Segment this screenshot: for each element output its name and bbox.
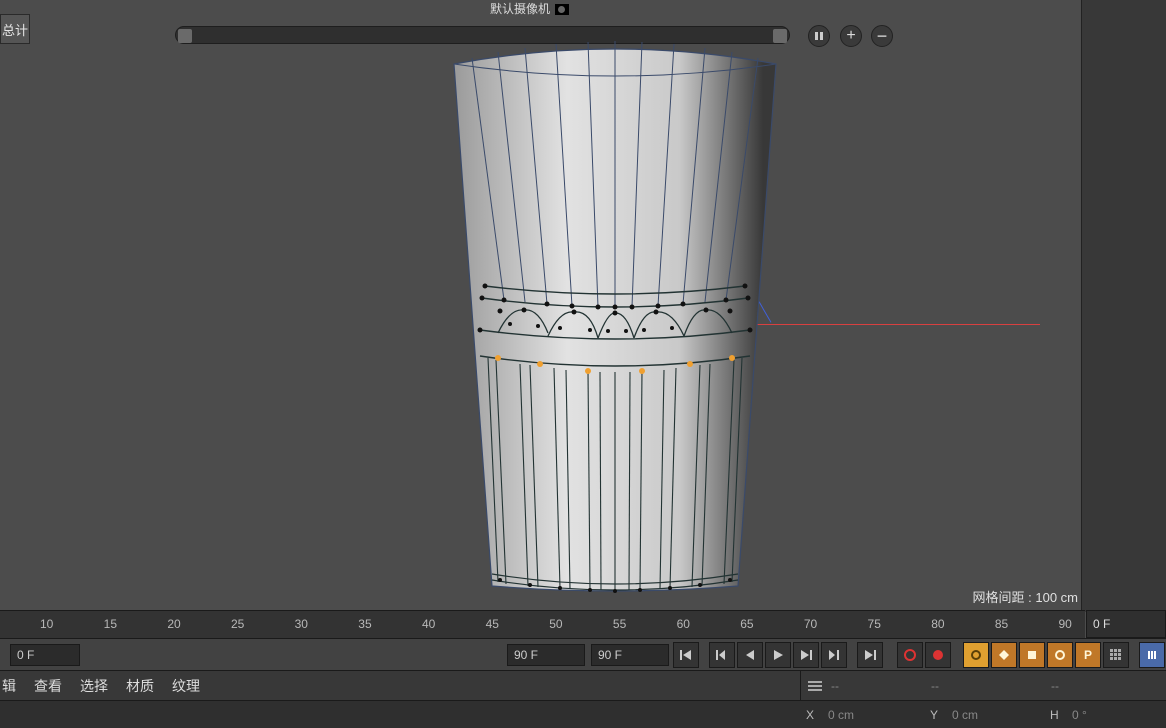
right-side-panel (1081, 0, 1166, 612)
info-dash-3: -- (1051, 679, 1059, 693)
plus-icon: + (846, 28, 855, 44)
status-h-label: H (1050, 708, 1059, 722)
list-icon (807, 679, 823, 693)
ruler-tick: 25 (231, 617, 244, 631)
camera-label-text: 默认摄像机 (490, 2, 550, 16)
status-bar: X 0 cm Y 0 cm H 0 ° (0, 700, 1166, 728)
scrubber-knob-left[interactable] (178, 29, 192, 43)
status-y-label: Y (930, 708, 938, 722)
grid-icon (1109, 648, 1123, 662)
info-dash-2: -- (931, 679, 939, 693)
menu-bar: 辑 查看 选择 材质 纹理 -- -- -- (0, 670, 1166, 700)
viewport-pause-button[interactable] (808, 25, 830, 47)
total-label: 总计 (2, 20, 28, 39)
prev-frame-icon (744, 649, 756, 661)
position-key-button[interactable] (991, 642, 1017, 668)
extra-button[interactable] (1139, 642, 1165, 668)
keyframe-selection-button[interactable] (963, 642, 989, 668)
record-icon (903, 648, 917, 662)
go-end-icon (863, 649, 877, 661)
ruler-tick: 60 (677, 617, 690, 631)
info-strip: -- -- -- (800, 671, 1166, 700)
status-x-value: 0 cm (828, 708, 854, 722)
ruler-tick: 80 (931, 617, 944, 631)
move-icon (998, 649, 1010, 661)
grid-spacing-label: 网格间距 : 100 cm (973, 587, 1078, 606)
autokey-icon (931, 648, 945, 662)
next-key-icon (827, 649, 841, 661)
playback-bar: 0 F 90 F 90 F P (0, 638, 1166, 670)
menu-edit[interactable]: 辑 (2, 676, 16, 696)
timeline-ruler[interactable]: 10 15 20 25 30 35 40 45 50 55 60 65 70 75 80 85 90 (0, 610, 1085, 638)
ruler-tick: 45 (486, 617, 499, 631)
end-frame-spinner[interactable]: 90 F (507, 644, 585, 666)
parameter-key-button[interactable]: P (1075, 642, 1101, 668)
x-axis-gizmo (750, 324, 1040, 325)
scale-icon (1026, 649, 1038, 661)
go-to-end-button[interactable] (857, 642, 883, 668)
frame-readout[interactable]: 0 F (1086, 610, 1166, 638)
camera-label: 默认摄像机 (490, 0, 569, 17)
gear-icon (970, 649, 982, 661)
model-cup[interactable] (440, 40, 790, 600)
current-frame-spinner[interactable]: 90 F (591, 644, 669, 666)
viewport-zoom-in-button[interactable]: + (840, 25, 862, 47)
ruler-tick: 75 (868, 617, 881, 631)
autokey-button[interactable] (925, 642, 951, 668)
camera-icon (555, 4, 569, 15)
minus-icon: − (877, 27, 888, 45)
record-button[interactable] (897, 642, 923, 668)
menu-view[interactable]: 查看 (34, 676, 62, 696)
ruler-tick: 90 (1059, 617, 1072, 631)
ruler-tick: 20 (167, 617, 180, 631)
info-dash-1: -- (831, 679, 839, 693)
prev-key-button[interactable] (709, 642, 735, 668)
play-button[interactable] (765, 642, 791, 668)
go-to-start-button[interactable] (673, 642, 699, 668)
ruler-tick: 55 (613, 617, 626, 631)
menu-texture[interactable]: 纹理 (172, 676, 200, 696)
play-icon (772, 649, 784, 661)
p-icon: P (1084, 648, 1092, 662)
key-mode-button[interactable] (1103, 642, 1129, 668)
ruler-tick: 50 (549, 617, 562, 631)
viewport-zoom-out-button[interactable]: − (871, 25, 893, 47)
scale-key-button[interactable] (1019, 642, 1045, 668)
next-frame-icon (799, 649, 813, 661)
ruler-tick: 85 (995, 617, 1008, 631)
total-button[interactable]: 总计 (0, 14, 30, 44)
prev-key-icon (715, 649, 729, 661)
start-frame-field[interactable]: 0 F (10, 644, 80, 666)
rotation-key-button[interactable] (1047, 642, 1073, 668)
status-y-value: 0 cm (952, 708, 978, 722)
ruler-tick: 30 (295, 617, 308, 631)
prev-frame-button[interactable] (737, 642, 763, 668)
pause-icon (814, 31, 824, 41)
menu-material[interactable]: 材质 (126, 676, 154, 696)
ruler-tick: 70 (804, 617, 817, 631)
next-key-button[interactable] (821, 642, 847, 668)
status-h-value: 0 ° (1072, 708, 1087, 722)
ruler-tick: 10 (40, 617, 53, 631)
ruler-tick: 40 (422, 617, 435, 631)
menu-select[interactable]: 选择 (80, 676, 108, 696)
ruler-tick: 65 (740, 617, 753, 631)
next-frame-button[interactable] (793, 642, 819, 668)
bars-icon (1146, 649, 1158, 661)
go-start-icon (679, 649, 693, 661)
rotate-icon (1054, 649, 1066, 661)
viewport[interactable]: 默认摄像机 + − (0, 0, 1081, 610)
ruler-tick: 15 (104, 617, 117, 631)
ruler-tick: 35 (358, 617, 371, 631)
status-x-label: X (806, 708, 814, 722)
